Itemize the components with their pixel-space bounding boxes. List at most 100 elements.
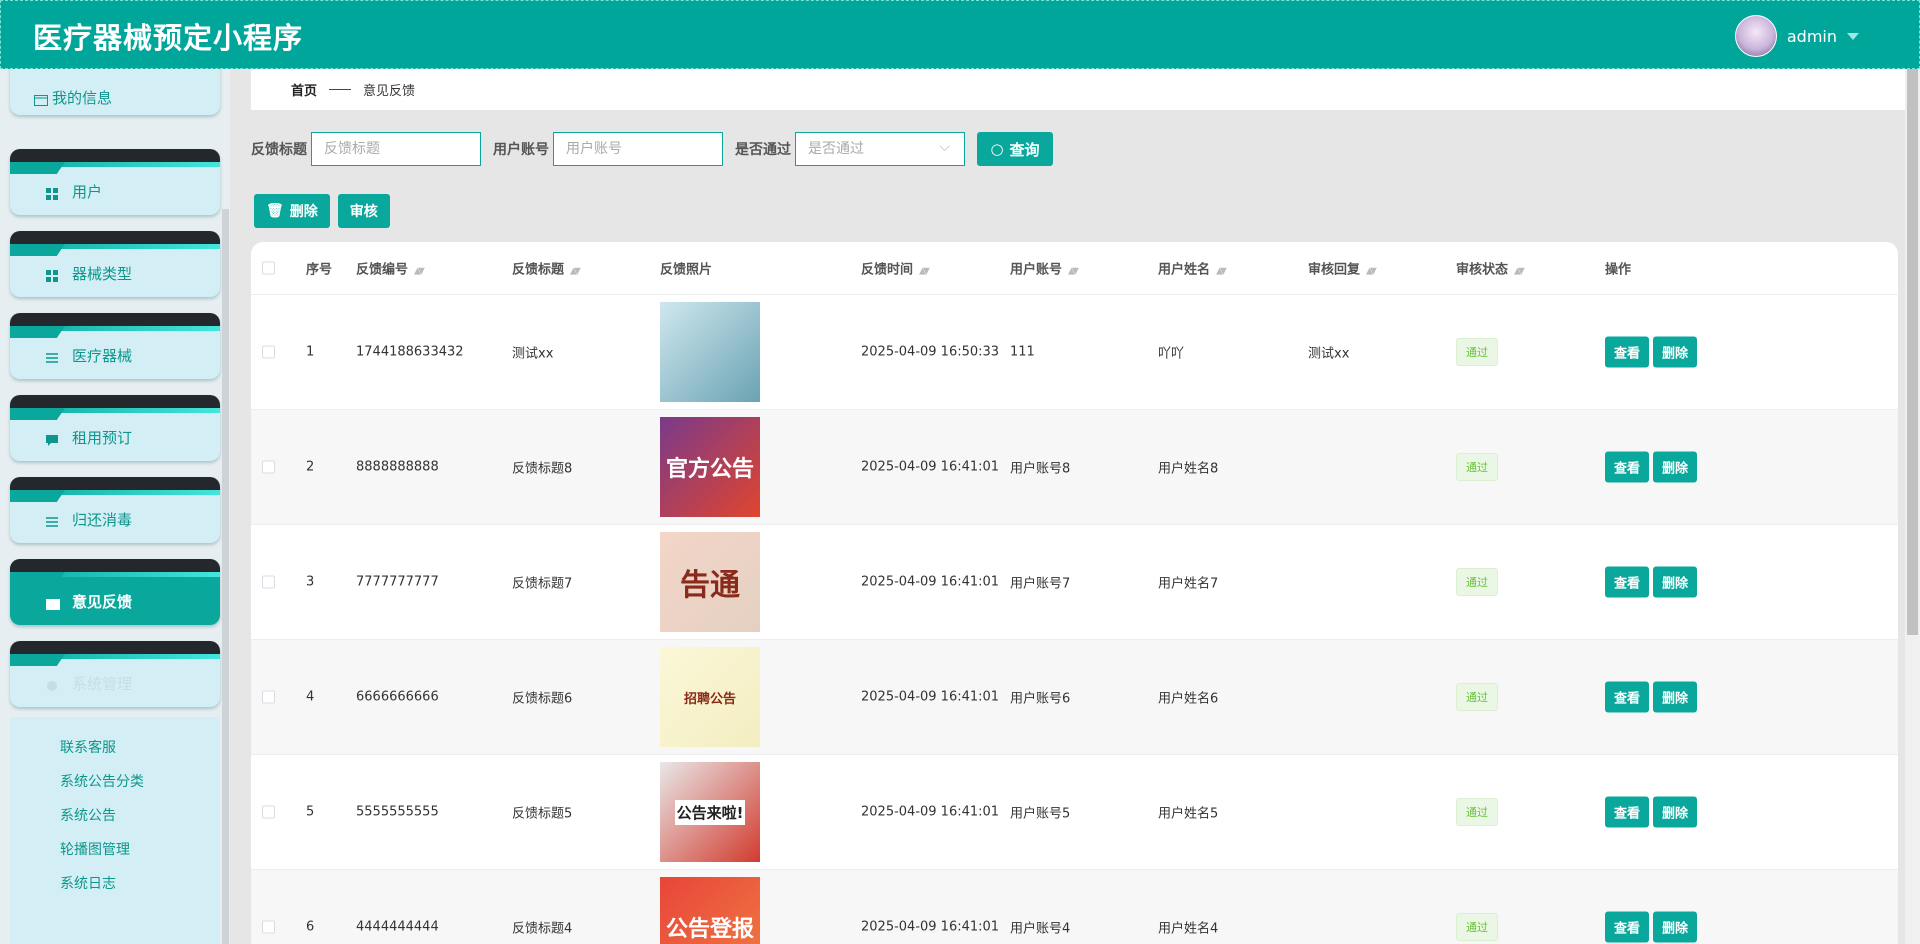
feedback-photo[interactable]: 公告来啦!	[660, 762, 760, 862]
wallet-icon	[34, 92, 48, 106]
table-row[interactable]: 6 4444444444 反馈标题4 2025-04-09 16:41:01 用户账号4…	[251, 870, 1898, 944]
cell-account: 用户账号5	[1010, 806, 1071, 822]
cell-code: 5555555555	[356, 804, 439, 820]
cell-no: 2	[306, 459, 315, 475]
row-checkbox[interactable]	[262, 460, 275, 474]
row-delete-button[interactable]: 删除	[1653, 681, 1698, 713]
feedback-photo[interactable]: 告通	[660, 532, 760, 632]
column-header[interactable]: 反馈照片	[660, 259, 712, 278]
grid-icon	[46, 268, 58, 282]
sort-icon[interactable]: ▲▼	[570, 267, 581, 277]
column-header[interactable]: 反馈时间 ▲▼	[861, 259, 930, 278]
row-checkbox[interactable]	[262, 575, 275, 589]
table-row[interactable]: 4 6666666666 反馈标题6 2025-04-09 16:41:01 用户账号6…	[251, 640, 1898, 755]
sort-icon[interactable]: ▲▼	[919, 267, 930, 277]
sidebar-item-5[interactable]: 归还消毒	[10, 477, 220, 543]
sort-icon[interactable]: ▲▼	[1514, 267, 1525, 277]
sidebar: 我的信息用户器械类型医疗器械租用预订归还消毒意见反馈系统管理 联系客服 系统公告分…	[0, 69, 230, 944]
cell-no: 6	[306, 919, 315, 935]
feedback-photo[interactable]: 官方公告	[660, 417, 760, 517]
sidebar-item-3[interactable]: 医疗器械	[10, 313, 220, 379]
sidebar-item-content: 我的信息	[34, 87, 112, 108]
table-row[interactable]: 3 7777777777 反馈标题7 2025-04-09 16:41:01 用户账号7…	[251, 525, 1898, 640]
submenu-item[interactable]: 系统公告	[10, 799, 220, 833]
column-header-label: 用户账号	[1010, 262, 1063, 278]
grid-icon	[46, 186, 58, 200]
column-header[interactable]: 用户姓名 ▲▼	[1158, 259, 1227, 278]
sort-icon[interactable]: ▲▼	[1068, 267, 1079, 277]
row-delete-button[interactable]: 删除	[1653, 451, 1698, 483]
sidebar-item-4[interactable]: 租用预订	[10, 395, 220, 461]
cell-account: 111	[1010, 344, 1035, 360]
row-delete-button[interactable]: 删除	[1653, 796, 1698, 828]
submenu-item[interactable]: 联系客服	[10, 731, 220, 765]
column-header[interactable]: 用户账号 ▲▼	[1010, 259, 1079, 278]
row-checkbox[interactable]	[262, 690, 275, 704]
sort-icon[interactable]: ▲▼	[1366, 267, 1377, 277]
title-input[interactable]: 反馈标题	[311, 132, 481, 166]
sidebar-item-2[interactable]: 器械类型	[10, 231, 220, 297]
feedback-photo[interactable]	[660, 302, 760, 402]
view-button[interactable]: 查看	[1605, 336, 1650, 368]
avatar[interactable]	[1734, 15, 1777, 57]
feedback-photo[interactable]: 公告登报	[660, 877, 760, 944]
user-menu[interactable]: admin	[1734, 15, 1859, 57]
query-button[interactable]: ○ 查询	[977, 132, 1053, 166]
submenu: 联系客服 系统公告分类 系统公告 轮播图管理 系统日志	[10, 717, 220, 944]
breadcrumb: 首页 意见反馈	[251, 69, 1905, 110]
column-header[interactable]: 反馈编号 ▲▼	[356, 259, 425, 278]
gear-icon	[46, 678, 58, 691]
table-row[interactable]: 2 8888888888 反馈标题8 2025-04-09 16:41:01 用户账号8…	[251, 410, 1898, 525]
sidebar-item-6[interactable]: 意见反馈	[10, 559, 220, 625]
view-button[interactable]: 查看	[1605, 451, 1650, 483]
submenu-item[interactable]: 系统日志	[10, 867, 220, 901]
submenu-item[interactable]: 轮播图管理	[10, 833, 220, 867]
cell-title: 测试xx	[512, 346, 554, 362]
column-header[interactable]: 反馈标题 ▲▼	[512, 259, 581, 278]
table-row[interactable]: 5 5555555555 反馈标题5 2025-04-09 16:41:01 用户账号5…	[251, 755, 1898, 870]
scrollbar-thumb[interactable]	[1907, 69, 1918, 635]
audit-button[interactable]: 审核	[337, 194, 390, 228]
feedback-photo[interactable]: 招聘公告	[660, 647, 760, 747]
sidebar-item-content: 器械类型	[46, 263, 132, 284]
sidebar-item-7[interactable]: 系统管理	[10, 641, 220, 707]
row-delete-button[interactable]: 删除	[1653, 566, 1698, 598]
view-button[interactable]: 查看	[1605, 911, 1650, 943]
column-header[interactable]: 操作	[1605, 259, 1631, 278]
sidebar-item-1[interactable]: 用户	[10, 149, 220, 215]
breadcrumb-home[interactable]: 首页	[291, 80, 317, 99]
view-button[interactable]: 查看	[1605, 796, 1650, 828]
cell-name: 用户姓名6	[1158, 691, 1219, 707]
row-delete-button[interactable]: 删除	[1653, 911, 1698, 943]
view-button[interactable]: 查看	[1605, 566, 1650, 598]
sort-icon[interactable]: ▲▼	[414, 267, 425, 277]
row-actions: 查看 删除	[1605, 796, 1698, 828]
row-delete-button[interactable]: 删除	[1653, 336, 1698, 368]
sidebar-item-0[interactable]: 我的信息	[10, 69, 220, 115]
caret-down-icon[interactable]	[1847, 32, 1859, 40]
column-header[interactable]: 审核状态 ▲▼	[1456, 259, 1525, 278]
cell-account: 用户账号6	[1010, 691, 1071, 707]
row-checkbox[interactable]	[262, 805, 275, 819]
list-icon	[46, 514, 58, 527]
account-label: 用户账号	[493, 142, 549, 158]
row-checkbox[interactable]	[262, 345, 275, 359]
sidebar-scrollbar[interactable]	[222, 209, 229, 944]
column-header[interactable]: 审核回复 ▲▼	[1308, 259, 1377, 278]
row-actions: 查看 删除	[1605, 681, 1698, 713]
card-tab-decoration	[10, 326, 65, 338]
column-header[interactable]: 序号	[306, 259, 332, 278]
delete-button[interactable]: 🗑 删除	[254, 194, 330, 228]
view-button[interactable]: 查看	[1605, 681, 1650, 713]
account-input[interactable]: 用户账号	[553, 132, 723, 166]
column-header-label: 反馈时间	[861, 262, 914, 278]
table-row[interactable]: 1 1744188633432 测试xx 2025-04-09 16:50:33 111…	[251, 295, 1898, 410]
page-scrollbar[interactable]	[1905, 69, 1920, 944]
row-actions: 查看 删除	[1605, 566, 1698, 598]
pass-select[interactable]: 是否通过	[795, 131, 965, 166]
select-all-checkbox[interactable]	[262, 261, 275, 275]
sort-icon[interactable]: ▲▼	[1216, 267, 1227, 277]
username[interactable]: admin	[1787, 27, 1837, 46]
submenu-item[interactable]: 系统公告分类	[10, 765, 220, 799]
row-checkbox[interactable]	[262, 920, 275, 934]
